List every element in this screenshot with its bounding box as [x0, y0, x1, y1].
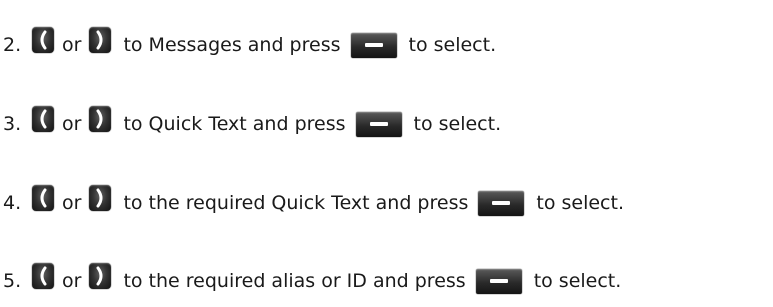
step-number: 2.	[3, 34, 22, 56]
step-number: 3.	[3, 113, 22, 135]
action-text: to the required alias or ID and press	[123, 270, 466, 292]
select-softkey-icon	[475, 268, 522, 294]
select-softkey-icon	[478, 190, 525, 216]
connector-text: or	[62, 192, 82, 214]
right-navigation-key-icon	[89, 27, 112, 53]
suffix-text: to select.	[533, 270, 622, 292]
connector-text: or	[62, 113, 82, 135]
instruction-steps: 2. or to Messages and press to select. 3…	[3, 0, 773, 307]
right-navigation-key-icon	[89, 263, 112, 289]
step-3: 3. or to Quick Text and press to select.	[3, 106, 501, 142]
step-2: 2. or to Messages and press to select.	[3, 27, 496, 63]
select-softkey-icon	[355, 111, 402, 137]
suffix-text: to select.	[408, 34, 497, 56]
left-navigation-key-icon	[32, 185, 54, 211]
connector-text: or	[62, 270, 82, 292]
right-navigation-key-icon	[89, 106, 112, 132]
left-navigation-key-icon	[32, 106, 54, 132]
step-number: 5.	[3, 270, 22, 292]
suffix-text: to select.	[413, 113, 502, 135]
connector-text: or	[62, 34, 82, 56]
left-navigation-key-icon	[32, 27, 54, 53]
step-number: 4.	[3, 192, 22, 214]
action-text: to the required Quick Text and press	[123, 192, 469, 214]
left-navigation-key-icon	[32, 263, 54, 289]
suffix-text: to select.	[536, 192, 624, 214]
right-navigation-key-icon	[89, 185, 112, 211]
step-4: 4. or to the required Quick Text and pre…	[3, 185, 624, 221]
step-5: 5. or to the required alias or ID and pr…	[3, 263, 621, 299]
action-text: to Messages and press	[123, 34, 341, 56]
action-text: to Quick Text and press	[123, 113, 346, 135]
select-softkey-icon	[350, 32, 397, 58]
